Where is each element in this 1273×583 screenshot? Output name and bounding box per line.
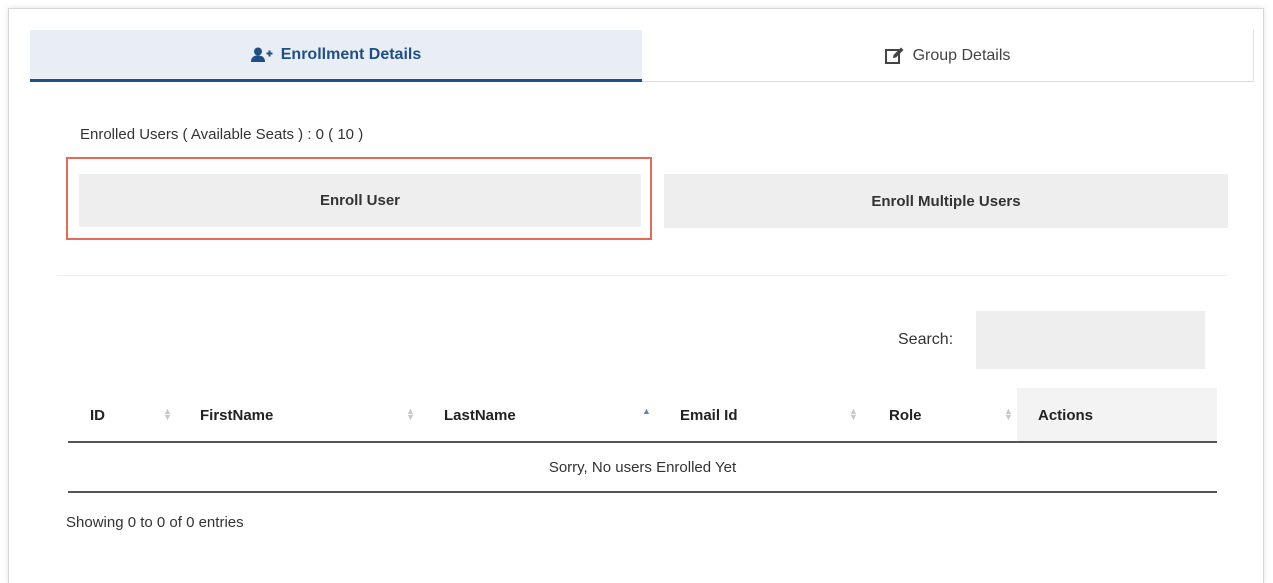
column-header-label: ID: [90, 406, 105, 424]
column-header-id[interactable]: ID: [90, 388, 105, 442]
enrolled-seats-text: Enrolled Users ( Available Seats ) : 0 (…: [80, 126, 364, 143]
sort-ascending-icon[interactable]: ▲: [642, 407, 651, 416]
divider: [57, 275, 1228, 276]
column-header-actions: Actions: [1017, 388, 1217, 442]
column-header-firstname[interactable]: FirstName: [200, 388, 273, 442]
search-label: Search:: [898, 331, 954, 348]
column-header-label: LastName: [444, 406, 516, 424]
table-header: ID ▲ ▼ FirstName ▲ ▼ LastName ▲ Email Id ▲…: [68, 388, 1217, 442]
table-footer-rule: [68, 491, 1217, 493]
sort-both-icon[interactable]: ▲ ▼: [163, 407, 172, 422]
add-user-icon: [250, 47, 273, 63]
sort-both-icon[interactable]: ▲ ▼: [1004, 407, 1013, 422]
table-info-text: Showing 0 to 0 of 0 entries: [66, 514, 244, 531]
column-header-lastname[interactable]: LastName: [444, 388, 516, 442]
search-input[interactable]: [976, 311, 1205, 369]
column-header-label: Role: [889, 406, 922, 424]
enroll-user-button[interactable]: Enroll User: [79, 174, 641, 227]
page-frame: [8, 8, 1264, 583]
enroll-multiple-users-button[interactable]: Enroll Multiple Users: [664, 174, 1228, 228]
column-header-label: Actions: [1038, 406, 1094, 424]
column-header-email[interactable]: Email Id: [680, 388, 738, 442]
column-header-role[interactable]: Role: [889, 388, 922, 442]
tab-label: Enrollment Details: [280, 45, 422, 63]
column-header-label: Email Id: [680, 406, 738, 424]
sort-both-icon[interactable]: ▲ ▼: [849, 407, 858, 422]
edit-icon: [884, 47, 905, 65]
tab-group-details[interactable]: Group Details: [642, 30, 1254, 82]
tab-label: Group Details: [912, 46, 1011, 64]
tab-bar: Enrollment Details Group Details: [30, 30, 1254, 82]
empty-table-message: Sorry, No users Enrolled Yet: [548, 458, 737, 476]
sort-both-icon[interactable]: ▲ ▼: [406, 407, 415, 422]
column-header-label: FirstName: [200, 406, 274, 424]
tab-enrollment-details[interactable]: Enrollment Details: [30, 30, 642, 82]
